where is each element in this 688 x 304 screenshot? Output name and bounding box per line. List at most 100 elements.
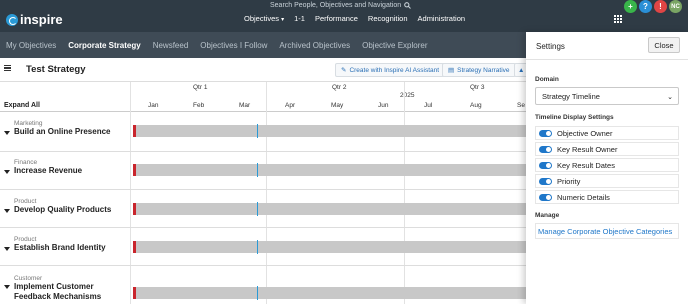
toggle-switch[interactable] xyxy=(539,177,552,185)
toggle-switch[interactable] xyxy=(539,145,552,153)
strategy-narrative-button[interactable]: ▤ Strategy Narrative xyxy=(442,63,516,77)
ai-assistant-button[interactable]: ✎ Create with Inspire AI Assistant xyxy=(335,63,446,77)
avatar[interactable]: NC xyxy=(669,0,682,13)
quarter-label: Qtr 2 xyxy=(332,84,347,91)
toggle-label: Numeric Details xyxy=(557,192,610,202)
logo-icon xyxy=(6,13,18,26)
search-icon xyxy=(404,1,412,9)
today-marker xyxy=(257,202,258,216)
top-icons: + ? ! NC xyxy=(624,0,682,13)
timeline-bar[interactable] xyxy=(133,287,533,299)
timeline-bar[interactable] xyxy=(133,125,533,137)
objective-category: Product xyxy=(14,198,37,205)
domain-label: Domain xyxy=(535,76,559,83)
nav-recognition[interactable]: Recognition xyxy=(368,14,408,23)
tab-newsfeed[interactable]: Newsfeed xyxy=(153,41,189,50)
nav-1-1[interactable]: 1-1 xyxy=(294,14,305,23)
toggle-label: Priority xyxy=(557,176,581,186)
start-marker xyxy=(133,125,136,137)
objective-category: Finance xyxy=(14,159,38,166)
caret-down-icon[interactable] xyxy=(4,170,10,174)
tab-my-objectives[interactable]: My Objectives xyxy=(6,41,56,50)
tab-objectives-i-follow[interactable]: Objectives I Follow xyxy=(200,41,267,50)
export-icon: ▲ xyxy=(518,66,525,74)
tab-objective-explorer[interactable]: Objective Explorer xyxy=(362,41,427,50)
strategy-title: Test Strategy xyxy=(26,64,86,75)
caret-down-icon[interactable] xyxy=(4,247,10,251)
tab-corporate-strategy[interactable]: Corporate Strategy xyxy=(68,41,140,50)
quarter-label: Qtr 1 xyxy=(193,84,208,91)
objective-category: Marketing xyxy=(14,120,43,127)
top-bar: Search People, Objectives and Navigation… xyxy=(0,0,688,32)
objective-category: Customer xyxy=(14,275,43,282)
today-marker xyxy=(257,163,258,177)
timeline-bar[interactable] xyxy=(133,241,533,253)
nav-administration[interactable]: Administration xyxy=(418,14,466,23)
month-label: May xyxy=(331,102,344,109)
month-label: Apr xyxy=(285,102,296,109)
settings-title: Settings xyxy=(536,42,565,51)
expand-all-button[interactable]: Expand All xyxy=(4,102,40,109)
chevron-down-icon: ⌄ xyxy=(667,94,673,101)
month-label: Jul xyxy=(424,102,433,109)
timeline-bar[interactable] xyxy=(133,164,533,176)
caret-down-icon[interactable] xyxy=(4,285,10,289)
toggle-label: Key Result Dates xyxy=(557,160,615,170)
settings-panel: Settings Close Domain Strategy Timeline … xyxy=(526,32,688,304)
add-icon[interactable]: + xyxy=(624,0,637,13)
strategy-narrative-label: Strategy Narrative xyxy=(457,66,510,74)
manage-categories-link[interactable]: Manage Corporate Objective Categories xyxy=(535,223,679,239)
notification-icon[interactable]: ! xyxy=(654,0,667,13)
toggle-objective-owner[interactable]: Objective Owner xyxy=(535,126,679,140)
nav-objectives[interactable]: Objectives ▾ xyxy=(244,14,284,23)
toggle-label: Objective Owner xyxy=(557,128,613,138)
caret-down-icon[interactable] xyxy=(4,209,10,213)
main-nav: Objectives ▾ 1-1 Performance Recognition… xyxy=(244,14,465,23)
month-label: Jan xyxy=(148,102,159,109)
toggle-switch[interactable] xyxy=(539,193,552,201)
close-button[interactable]: Close xyxy=(648,37,680,53)
settings-header: Settings Close xyxy=(526,32,688,60)
start-marker xyxy=(133,164,136,176)
objective-name[interactable]: Implement Customer Feedback Mechanisms xyxy=(14,282,126,302)
year-label: 2025 xyxy=(400,92,415,99)
start-marker xyxy=(133,203,136,215)
today-marker xyxy=(257,286,258,300)
objective-name[interactable]: Increase Revenue xyxy=(14,166,82,176)
month-label: Jun xyxy=(378,102,389,109)
today-marker xyxy=(257,124,258,138)
toggle-key-result-owner[interactable]: Key Result Owner xyxy=(535,142,679,156)
toggle-priority[interactable]: Priority xyxy=(535,174,679,188)
menu-icon[interactable] xyxy=(4,65,11,71)
inspire-logo[interactable]: inspire xyxy=(6,12,63,27)
start-marker xyxy=(133,287,136,299)
help-icon[interactable]: ? xyxy=(639,0,652,13)
toggle-numeric-details[interactable]: Numeric Details xyxy=(535,190,679,204)
quarter-label: Qtr 3 xyxy=(470,84,485,91)
tab-archived-objectives[interactable]: Archived Objectives xyxy=(279,41,350,50)
global-search[interactable]: Search People, Objectives and Navigation xyxy=(270,0,412,10)
toggle-key-result-dates[interactable]: Key Result Dates xyxy=(535,158,679,172)
apps-grid-icon[interactable] xyxy=(614,15,622,23)
objective-name[interactable]: Establish Brand Identity xyxy=(14,243,106,253)
domain-select[interactable]: Strategy Timeline ⌄ xyxy=(535,87,679,105)
chevron-down-icon: ▾ xyxy=(281,17,285,23)
logo-text: inspire xyxy=(20,12,63,27)
objective-category: Product xyxy=(14,236,37,243)
ai-assistant-label: Create with Inspire AI Assistant xyxy=(349,66,440,74)
search-placeholder: Search People, Objectives and Navigation xyxy=(270,1,402,9)
objective-name[interactable]: Develop Quality Products xyxy=(14,205,111,215)
timeline-bar[interactable] xyxy=(133,203,533,215)
domain-select-value: Strategy Timeline xyxy=(542,91,600,101)
pencil-icon: ✎ xyxy=(341,67,347,74)
caret-down-icon[interactable] xyxy=(4,131,10,135)
timeline-settings-label: Timeline Display Settings xyxy=(535,114,614,121)
toggle-switch[interactable] xyxy=(539,161,552,169)
month-label: Aug xyxy=(470,102,482,109)
toggle-switch[interactable] xyxy=(539,129,552,137)
month-label: Se xyxy=(517,102,525,109)
nav-performance[interactable]: Performance xyxy=(315,14,358,23)
objective-name[interactable]: Build an Online Presence xyxy=(14,127,110,137)
start-marker xyxy=(133,241,136,253)
month-label: Feb xyxy=(193,102,205,109)
